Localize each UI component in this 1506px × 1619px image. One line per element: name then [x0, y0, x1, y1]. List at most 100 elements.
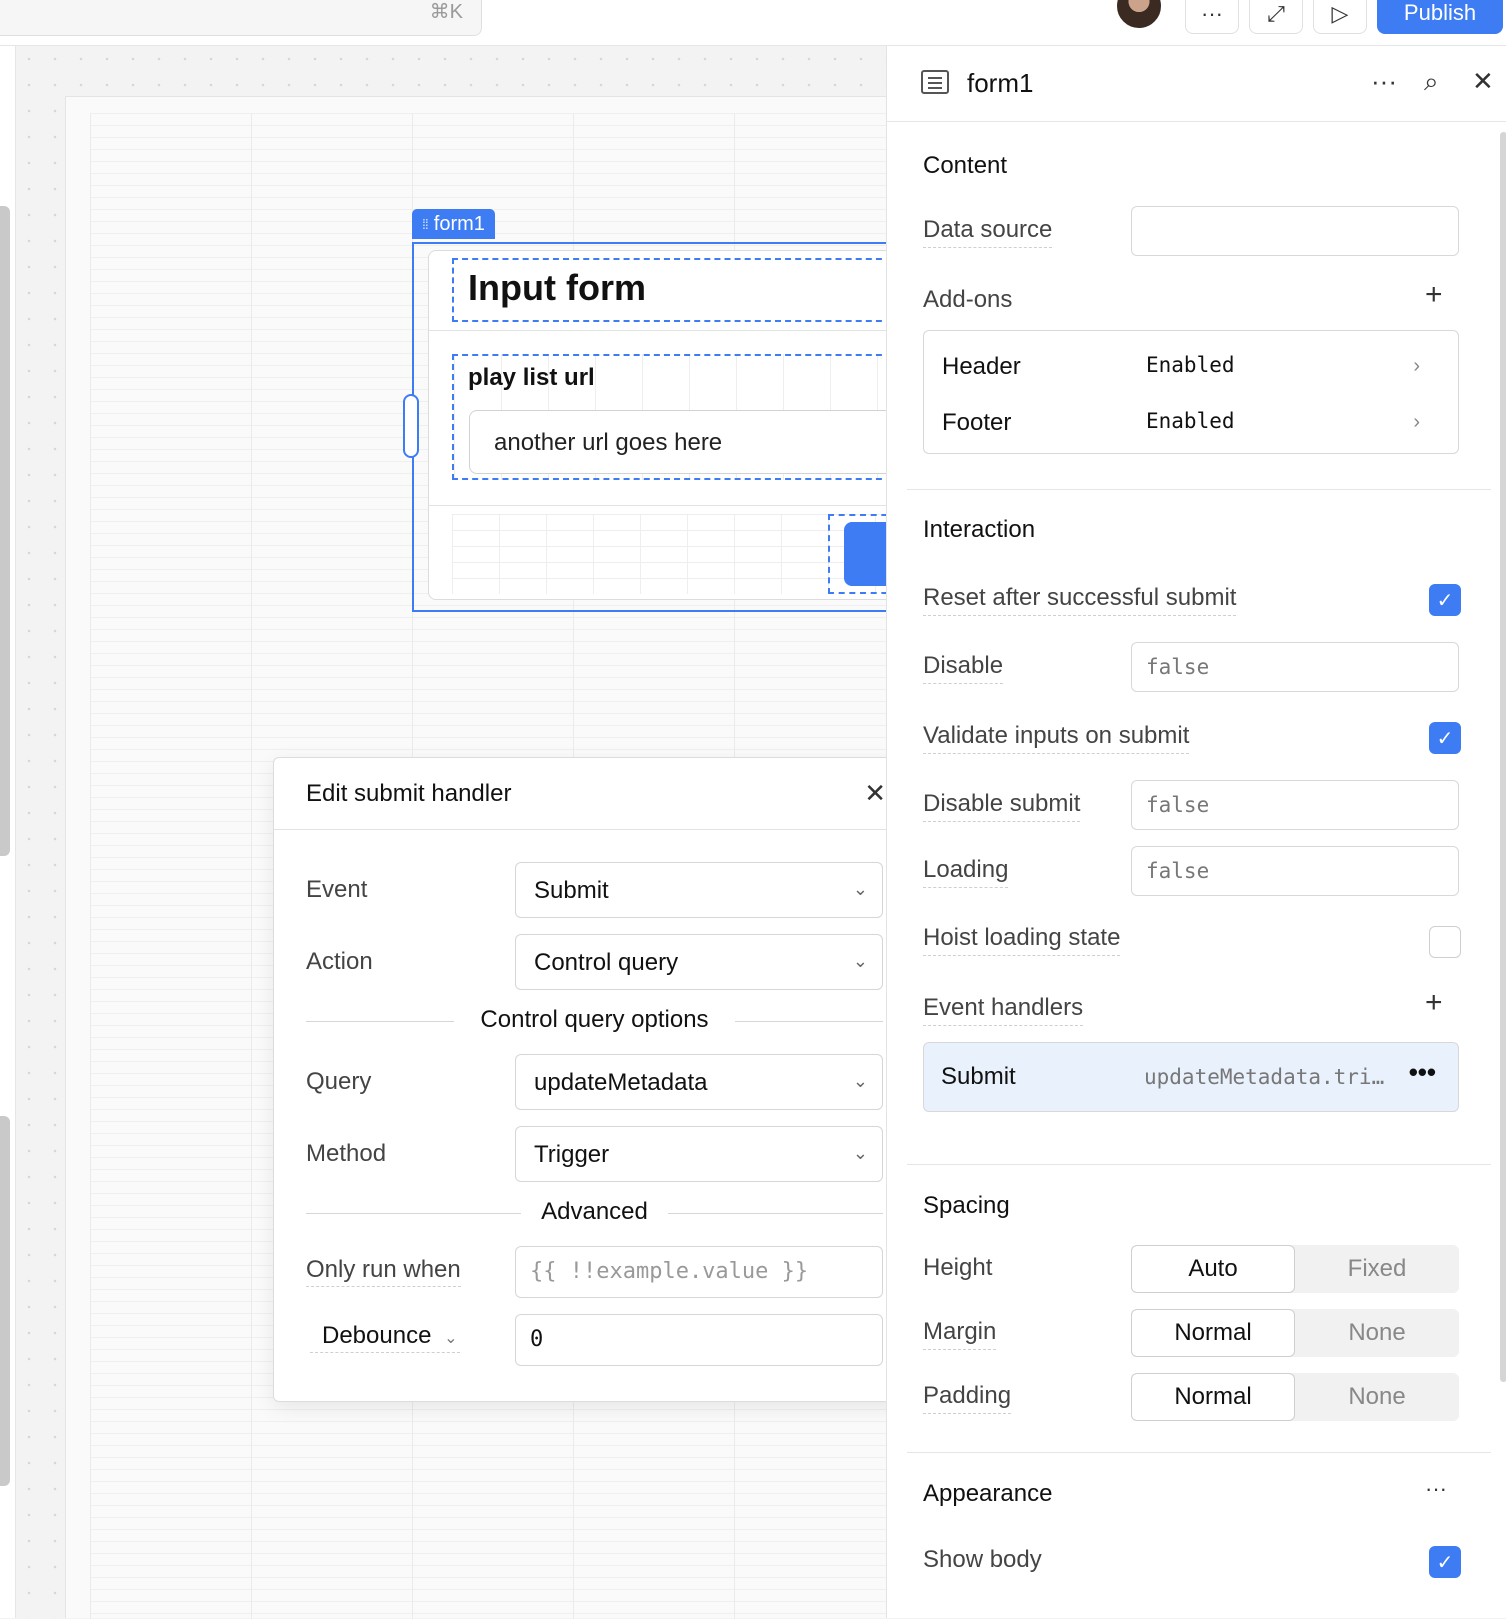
- chevron-right-icon: ›: [1413, 411, 1420, 433]
- reset-after-submit-label: Reset after successful submit: [923, 584, 1237, 616]
- add-event-handler-icon[interactable]: +: [1425, 986, 1443, 1020]
- section-title: Control query options: [480, 1006, 709, 1033]
- close-icon[interactable]: ✕: [1472, 66, 1494, 97]
- search-bar[interactable]: ⌘K: [0, 0, 482, 36]
- interaction-section-title: Interaction: [923, 516, 1036, 543]
- padding-normal-option[interactable]: Normal: [1131, 1373, 1295, 1421]
- dialog-title: Edit submit handler: [306, 780, 512, 807]
- more-icon: ···: [1201, 1, 1223, 26]
- close-icon[interactable]: ✕: [864, 778, 886, 809]
- section-divider: [907, 489, 1491, 490]
- event-label: Event: [306, 876, 368, 903]
- form-tag[interactable]: ⁞⁞ form1: [412, 209, 495, 239]
- show-body-checkbox[interactable]: ✓: [1429, 1546, 1461, 1578]
- event-value: Submit: [534, 877, 609, 904]
- margin-none-option[interactable]: None: [1295, 1309, 1459, 1357]
- left-rail: [0, 46, 16, 1618]
- section-divider: [907, 1452, 1491, 1453]
- more-icon[interactable]: ···: [1425, 1476, 1447, 1502]
- hoist-loading-label: Hoist loading state: [923, 924, 1121, 956]
- reset-after-submit-checkbox[interactable]: ✓: [1429, 584, 1461, 616]
- query-select[interactable]: updateMetadata ⌄: [515, 1054, 883, 1110]
- spacing-section-title: Spacing: [923, 1192, 1010, 1219]
- chevron-down-icon: ⌄: [852, 1071, 868, 1091]
- margin-normal-option[interactable]: Normal: [1131, 1309, 1295, 1357]
- search-icon[interactable]: ⌕: [1424, 66, 1439, 98]
- more-icon[interactable]: •••: [1409, 1057, 1436, 1088]
- content-section-title: Content: [923, 152, 1008, 179]
- inspector-panel: form1 ··· ⌕ ✕ Content Data source Add-on…: [886, 46, 1506, 1618]
- event-handler-row[interactable]: Submit updateMetadata.tri… •••: [923, 1042, 1459, 1112]
- disable-input[interactable]: false: [1131, 642, 1459, 692]
- only-run-when-label: Only run when: [306, 1256, 461, 1287]
- data-source-input[interactable]: [1131, 206, 1459, 256]
- method-value: Trigger: [534, 1141, 610, 1168]
- addon-row-header[interactable]: Header Enabled ›: [942, 347, 1442, 387]
- validate-inputs-checkbox[interactable]: ✓: [1429, 722, 1461, 754]
- publish-button[interactable]: Publish: [1377, 0, 1503, 34]
- loading-input[interactable]: false: [1131, 846, 1459, 896]
- control-query-options-section: Control query options: [306, 1006, 883, 1036]
- resize-handle[interactable]: [403, 394, 419, 458]
- debounce-dropdown[interactable]: Debounce ⌄: [310, 1322, 460, 1353]
- check-icon: ✓: [1436, 589, 1454, 612]
- scrollbar[interactable]: [1500, 132, 1506, 1382]
- query-label: Query: [306, 1068, 372, 1095]
- form-divider: [429, 330, 897, 331]
- addons-label: Add-ons: [923, 286, 1013, 313]
- margin-segmented-control: Normal None: [1131, 1309, 1459, 1357]
- playlist-url-input[interactable]: another url goes here: [469, 410, 899, 474]
- expand-button[interactable]: ⤢: [1249, 0, 1303, 34]
- addon-value: Enabled: [1146, 353, 1235, 377]
- inspector-header: form1 ··· ⌕ ✕: [887, 46, 1506, 122]
- disable-submit-input[interactable]: false: [1131, 780, 1459, 830]
- disable-label: Disable: [923, 652, 1004, 684]
- method-label: Method: [306, 1140, 387, 1167]
- handler-action-summary: updateMetadata.tri…: [1144, 1065, 1385, 1089]
- action-value: Control query: [534, 949, 679, 976]
- height-fixed-option[interactable]: Fixed: [1295, 1245, 1459, 1293]
- chevron-down-icon: ⌄: [852, 1143, 868, 1163]
- check-icon: ✓: [1436, 727, 1454, 750]
- form-icon: [921, 70, 949, 94]
- avatar[interactable]: [1115, 0, 1163, 30]
- height-segmented-control: Auto Fixed: [1131, 1245, 1459, 1293]
- data-source-label: Data source: [923, 216, 1053, 248]
- only-run-when-input[interactable]: {{ !!example.value }}: [515, 1246, 883, 1298]
- left-scroll-handle-lower[interactable]: [0, 1116, 10, 1486]
- padding-none-option[interactable]: None: [1295, 1373, 1459, 1421]
- padding-label: Padding: [923, 1382, 1012, 1414]
- play-icon: ▷: [1331, 1, 1349, 26]
- show-body-label: Show body: [923, 1546, 1042, 1573]
- preview-button[interactable]: ▷: [1313, 0, 1367, 34]
- event-select[interactable]: Submit ⌄: [515, 862, 883, 918]
- more-button[interactable]: ···: [1185, 0, 1239, 34]
- method-select[interactable]: Trigger ⌄: [515, 1126, 883, 1182]
- height-label: Height: [923, 1254, 993, 1281]
- drag-handle-icon[interactable]: ⁞⁞: [422, 216, 429, 232]
- component-name[interactable]: form1: [967, 68, 1033, 99]
- handler-event-name: Submit: [941, 1063, 1016, 1090]
- section-divider: [907, 1164, 1491, 1165]
- debounce-input[interactable]: 0: [515, 1314, 883, 1366]
- height-auto-option[interactable]: Auto: [1131, 1245, 1295, 1293]
- debounce-label: Debounce: [322, 1322, 432, 1349]
- chevron-down-icon: ⌄: [444, 1330, 458, 1347]
- action-label: Action: [306, 948, 373, 975]
- addon-name: Header: [942, 353, 1021, 380]
- chevron-down-icon: ⌄: [852, 951, 868, 971]
- addon-row-footer[interactable]: Footer Enabled ›: [942, 403, 1442, 443]
- addons-list: Header Enabled › Footer Enabled ›: [923, 330, 1459, 454]
- margin-label: Margin: [923, 1318, 997, 1350]
- edit-submit-handler-dialog: Edit submit handler ✕ Event Submit ⌄ Act…: [273, 757, 915, 1402]
- add-addon-icon[interactable]: +: [1425, 278, 1443, 312]
- field-label: play list url: [468, 364, 595, 391]
- left-scroll-handle[interactable]: [0, 206, 10, 856]
- section-title: Advanced: [541, 1198, 648, 1225]
- dialog-header: Edit submit handler ✕: [274, 758, 914, 830]
- more-icon[interactable]: ···: [1371, 66, 1397, 97]
- action-select[interactable]: Control query ⌄: [515, 934, 883, 990]
- hoist-loading-checkbox[interactable]: [1429, 926, 1461, 958]
- form-title: Input form: [468, 267, 646, 308]
- search-shortcut: ⌘K: [429, 1, 463, 23]
